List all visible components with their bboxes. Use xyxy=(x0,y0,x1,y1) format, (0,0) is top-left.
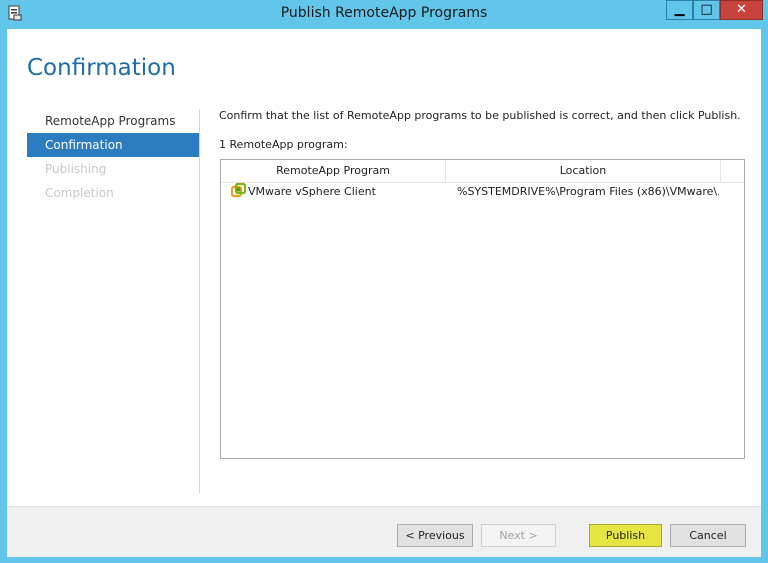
column-header-program[interactable]: RemoteApp Program xyxy=(221,160,446,182)
column-header-location[interactable]: Location xyxy=(446,160,721,182)
program-location: %SYSTEMDRIVE%\Program Files (x86)\VMware… xyxy=(457,185,719,198)
nav-item-completion: Completion xyxy=(45,186,114,200)
instruction-text: Confirm that the list of RemoteApp progr… xyxy=(219,109,741,122)
publish-button[interactable]: Publish xyxy=(589,524,662,547)
previous-button[interactable]: < Previous xyxy=(397,524,473,547)
program-list[interactable]: RemoteApp Program Location VMware vSpher… xyxy=(220,159,745,459)
wizard-steps-nav: RemoteApp Programs Confirmation Publishi… xyxy=(27,109,199,205)
list-header: RemoteApp Program Location xyxy=(221,160,744,183)
table-row[interactable]: VMware vSphere Client %SYSTEMDRIVE%\Prog… xyxy=(221,182,744,202)
button-bar: < Previous Next > Publish Cancel xyxy=(7,506,761,557)
nav-item-remoteapp-programs[interactable]: RemoteApp Programs xyxy=(27,109,199,133)
program-name: VMware vSphere Client xyxy=(248,185,376,198)
dialog-client-area: Confirmation RemoteApp Programs Confirma… xyxy=(7,29,761,557)
page-title: Confirmation xyxy=(27,55,176,81)
vmware-vsphere-icon xyxy=(231,183,247,198)
column-header-filler xyxy=(721,160,744,182)
maximize-button[interactable]: □ xyxy=(693,0,720,20)
next-button: Next > xyxy=(481,524,556,547)
close-button[interactable]: ✕ xyxy=(720,0,763,20)
minimize-button[interactable]: ▁ xyxy=(666,0,693,20)
nav-divider xyxy=(199,109,200,493)
title-bar[interactable]: Publish RemoteApp Programs ▁ □ ✕ xyxy=(0,0,768,28)
program-cell: VMware vSphere Client xyxy=(231,182,443,202)
program-count-label: 1 RemoteApp program: xyxy=(219,138,348,151)
window-title: Publish RemoteApp Programs xyxy=(280,5,488,21)
nav-item-confirmation[interactable]: Confirmation xyxy=(27,133,199,157)
cancel-button[interactable]: Cancel xyxy=(670,524,746,547)
nav-item-publishing: Publishing xyxy=(45,162,107,176)
dialog-window: Publish RemoteApp Programs ▁ □ ✕ Confirm… xyxy=(0,0,768,563)
